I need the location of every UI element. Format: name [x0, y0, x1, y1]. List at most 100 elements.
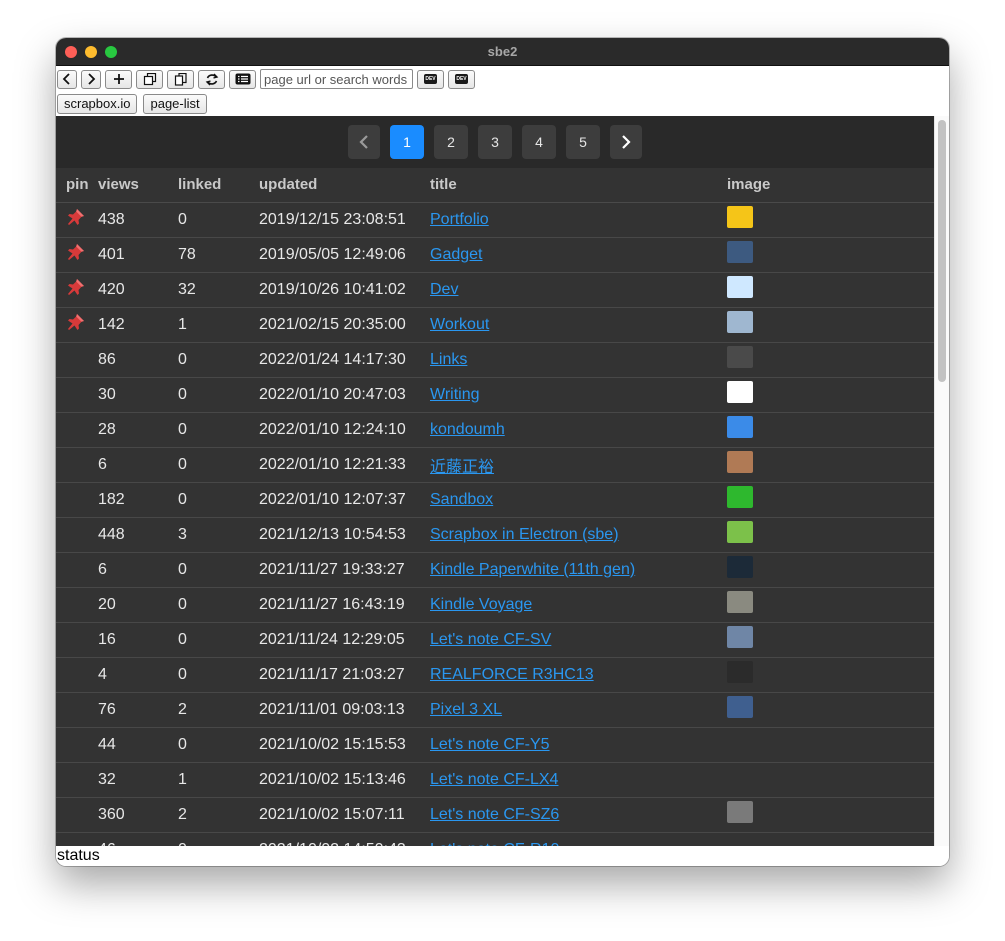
image-cell	[727, 237, 934, 273]
linked-cell: 2	[178, 797, 259, 833]
pin-cell	[56, 202, 98, 238]
views-cell: 20	[98, 587, 178, 623]
kindle-photo	[727, 590, 753, 613]
page-button-2[interactable]: 2	[434, 125, 468, 159]
duplicate-button[interactable]	[136, 69, 163, 89]
views-cell: 32	[98, 762, 178, 798]
page-title-link[interactable]: Let's note CF-SZ6	[430, 806, 559, 823]
updated-cell: 2021/10/02 15:13:46	[259, 762, 430, 798]
title-cell: Links	[430, 342, 727, 378]
table-row: 44 0 2021/10/02 15:15:53 Let's note CF-Y…	[56, 727, 934, 763]
image-cell	[727, 517, 934, 553]
page-title-link[interactable]: Pixel 3 XL	[430, 701, 502, 718]
column-header-pin[interactable]: pin	[56, 168, 98, 203]
image-cell	[727, 342, 934, 378]
pagination: 1 2 3 4 5	[56, 116, 934, 168]
next-page-button[interactable]	[610, 125, 642, 159]
copy-icon	[143, 72, 156, 85]
pin-cell	[56, 762, 98, 798]
updated-cell: 2019/10/26 10:41:02	[259, 272, 430, 308]
updated-cell: 2019/12/15 23:08:51	[259, 202, 430, 238]
pin-cell	[56, 727, 98, 763]
title-cell: 近藤正裕	[430, 447, 727, 483]
pin-cell	[56, 797, 98, 833]
image-cell	[727, 832, 934, 846]
title-cell: Pixel 3 XL	[430, 692, 727, 728]
updated-cell: 2021/11/24 12:29:05	[259, 622, 430, 658]
table-row: 438 0 2019/12/15 23:08:51 Portfolio	[56, 202, 934, 238]
views-cell: 6	[98, 552, 178, 588]
page-title-link[interactable]: Kindle Paperwhite (11th gen)	[430, 561, 635, 578]
new-page-button[interactable]	[105, 69, 132, 89]
image-cell	[727, 272, 934, 308]
forward-button[interactable]	[81, 69, 101, 89]
scrapbox-link-button[interactable]: scrapbox.io	[57, 93, 138, 114]
image-cell	[727, 307, 934, 343]
page-title-link[interactable]: Writing	[430, 386, 480, 403]
title-cell: kondoumh	[430, 412, 727, 448]
views-cell: 448	[98, 517, 178, 553]
column-header-title[interactable]: title	[430, 168, 727, 203]
title-cell: REALFORCE R3HC13	[430, 657, 727, 693]
table-row: 76 2 2021/11/01 09:03:13 Pixel 3 XL	[56, 692, 934, 728]
page-button-1[interactable]: 1	[390, 125, 424, 159]
page-title-link[interactable]: 近藤正裕	[430, 459, 494, 476]
linked-cell: 0	[178, 657, 259, 693]
title-cell: Sandbox	[430, 482, 727, 518]
page-list-button[interactable]: page-list	[143, 93, 207, 114]
column-header-updated[interactable]: updated	[259, 168, 430, 203]
updated-cell: 2021/10/02 14:50:43	[259, 832, 430, 846]
updated-cell: 2022/01/10 12:24:10	[259, 412, 430, 448]
column-header-linked[interactable]: linked	[178, 168, 259, 203]
pin-cell	[56, 657, 98, 693]
page-title-link[interactable]: Let's note CF-SV	[430, 631, 551, 648]
table-row: 448 3 2021/12/13 10:54:53 Scrapbox in El…	[56, 517, 934, 553]
scrollbar[interactable]	[934, 116, 949, 846]
prev-page-button[interactable]	[348, 125, 380, 159]
copy-url-button[interactable]	[167, 69, 194, 89]
pin-cell	[56, 622, 98, 658]
table-row: 46 0 2021/10/02 14:50:43 Let's note CF-R…	[56, 832, 934, 846]
mh-logo	[727, 415, 753, 438]
image-cell	[727, 762, 934, 798]
page-button-5[interactable]: 5	[566, 125, 600, 159]
pin-cell	[56, 692, 98, 728]
table-row: 182 0 2022/01/10 12:07:37 Sandbox	[56, 482, 934, 518]
dev-tools-button[interactable]: DEV	[417, 69, 444, 89]
page-title-link[interactable]: Scrapbox in Electron (sbe)	[430, 526, 619, 543]
pen-icon	[727, 380, 753, 403]
page-title-link[interactable]: Gadget	[430, 246, 482, 263]
pin-cell	[56, 307, 98, 343]
title-cell: Let's note CF-LX4	[430, 762, 727, 798]
title-cell: Workout	[430, 307, 727, 343]
page-title-link[interactable]: Let's note CF-Y5	[430, 736, 550, 753]
page-title-link[interactable]: Portfolio	[430, 211, 489, 228]
table-row: 360 2 2021/10/02 15:07:11 Let's note CF-…	[56, 797, 934, 833]
page-title-link[interactable]: Kindle Voyage	[430, 596, 532, 613]
page-button-3[interactable]: 3	[478, 125, 512, 159]
page-list-toggle-button[interactable]	[229, 69, 256, 89]
column-header-views[interactable]: views	[98, 168, 178, 203]
page-title-link[interactable]: REALFORCE R3HC13	[430, 666, 594, 683]
page-title-link[interactable]: kondoumh	[430, 421, 505, 438]
page-title-link[interactable]: Links	[430, 351, 467, 368]
table-row: 32 1 2021/10/02 15:13:46 Let's note CF-L…	[56, 762, 934, 798]
laptop-photo	[727, 800, 753, 823]
page-title-link[interactable]: Workout	[430, 316, 489, 333]
title-cell: Let's note CF-R10	[430, 832, 727, 846]
reload-button[interactable]	[198, 69, 225, 89]
page-button-4[interactable]: 4	[522, 125, 556, 159]
dev-tools-page-button[interactable]: DEV	[448, 69, 475, 89]
views-cell: 76	[98, 692, 178, 728]
search-input[interactable]	[260, 69, 413, 89]
kindle-photo	[727, 555, 753, 578]
back-button[interactable]	[57, 69, 77, 89]
linked-cell: 0	[178, 482, 259, 518]
page-title-link[interactable]: Dev	[430, 281, 458, 298]
scrollbar-thumb[interactable]	[938, 120, 946, 382]
page-title-link[interactable]: Let's note CF-LX4	[430, 771, 558, 788]
column-header-image: image	[727, 168, 934, 203]
image-cell	[727, 727, 934, 763]
page-title-link[interactable]: Sandbox	[430, 491, 493, 508]
table-row: 86 0 2022/01/24 14:17:30 Links	[56, 342, 934, 378]
